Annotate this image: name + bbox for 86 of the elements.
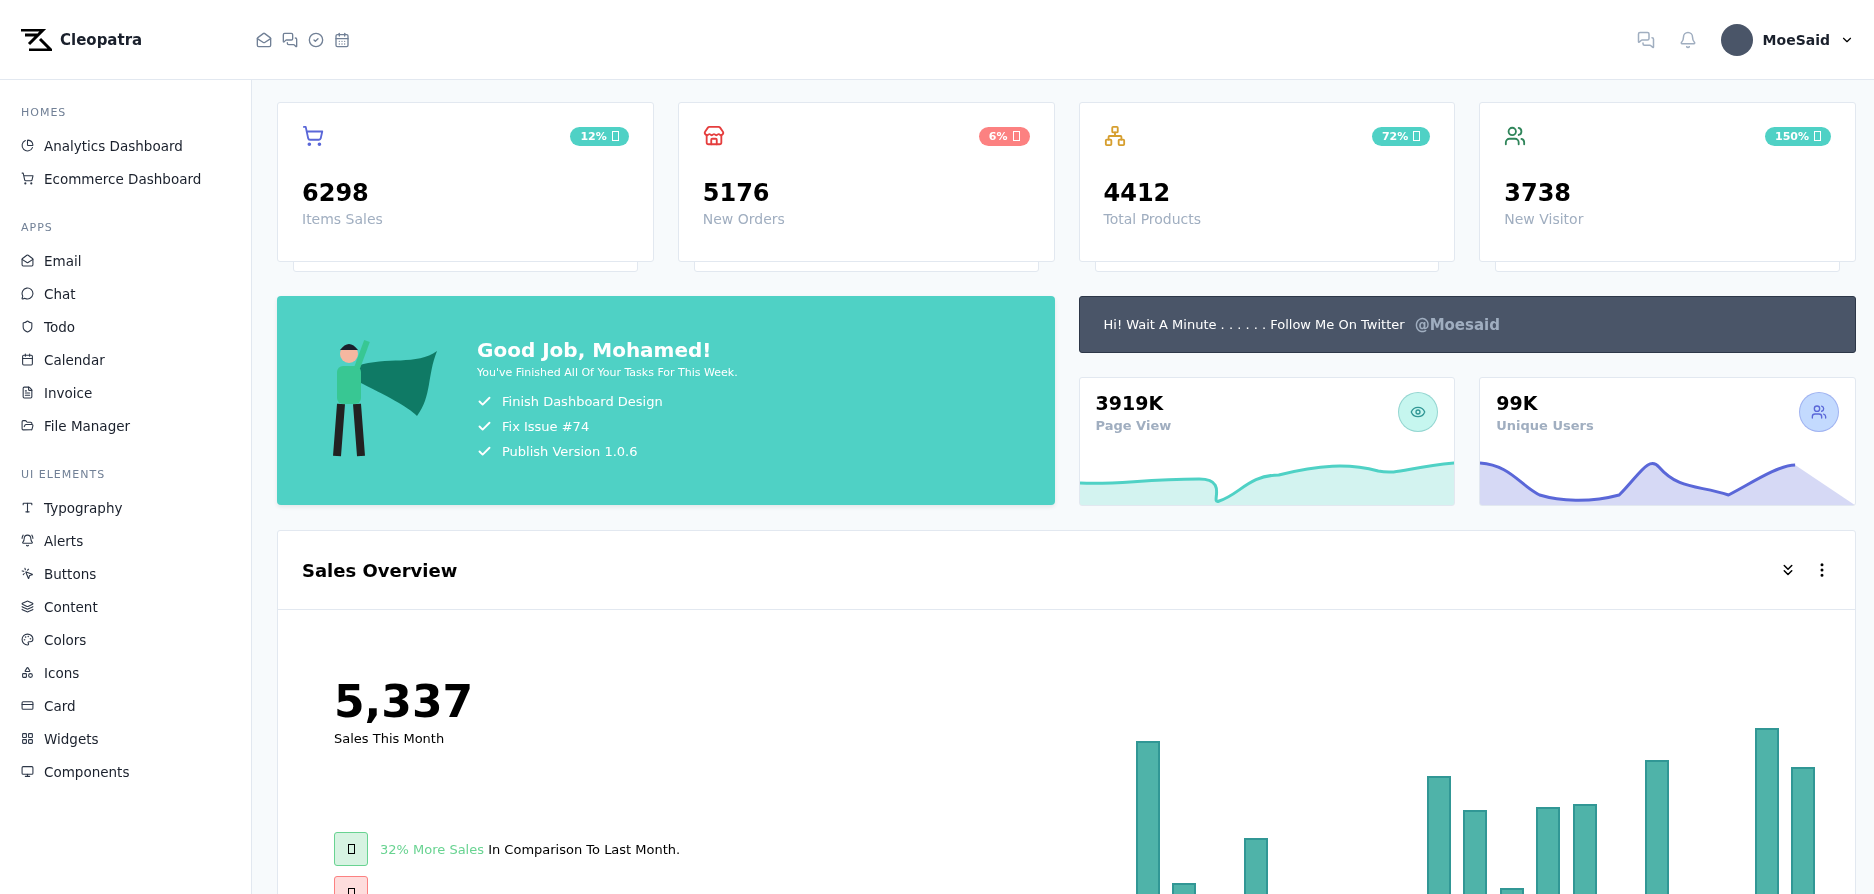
section-title: APPS <box>21 221 54 234</box>
sales-value: 5,337 <box>334 676 475 727</box>
banner-text: Hi! Wait A Minute . . . . . . Follow Me On Twitter <box>1103 317 1405 332</box>
chat-bubble-icon <box>21 287 34 300</box>
metric-label: Page View <box>1095 418 1172 433</box>
sidebar-item[interactable]: Typography <box>21 491 251 524</box>
sidebar-item[interactable]: Analytics Dashboard <box>21 129 251 162</box>
brand-name: Cleopatra <box>60 30 143 49</box>
envelope-icon[interactable] <box>256 31 272 48</box>
task-text: Finish Dashboard Design <box>502 393 663 409</box>
grid-icon <box>21 732 34 745</box>
calendar-icon <box>21 353 34 366</box>
missing-glyph-icon <box>1413 131 1421 141</box>
sidebar-item[interactable]: Email <box>21 244 251 277</box>
missing-glyph-icon <box>611 131 619 141</box>
pie-chart-icon <box>21 139 34 152</box>
banner-title: Good Job, Mohamed! <box>477 337 713 362</box>
cart-icon <box>21 172 34 185</box>
sidebar-item[interactable]: Card <box>21 689 251 722</box>
percent-badge: 6% <box>978 126 1030 146</box>
eye-icon <box>1398 392 1439 432</box>
percent-badge: 12% <box>570 126 629 146</box>
users-icon <box>1799 392 1839 432</box>
shapes-icon <box>21 666 34 679</box>
sidebar-item[interactable]: Todo <box>21 310 251 343</box>
bar <box>1172 883 1196 894</box>
sidebar-item[interactable]: Chat <box>21 277 251 310</box>
metric-value: 99K <box>1496 392 1539 414</box>
user-name[interactable]: MoeSaid <box>1762 31 1830 48</box>
card-title: Sales Overview <box>302 559 458 581</box>
users-icon <box>1504 125 1527 147</box>
chat-icon[interactable] <box>282 31 298 48</box>
stat-value: 6298 <box>302 179 370 207</box>
palette-icon <box>21 633 34 646</box>
sidebar-item[interactable]: Widgets <box>21 722 251 755</box>
sidebar-item[interactable]: File Manager <box>21 409 251 442</box>
stat-label: Items Sales <box>302 211 384 227</box>
store-icon <box>702 125 725 147</box>
stat-value: 3738 <box>1504 179 1573 207</box>
hierarchy-icon <box>1103 125 1126 147</box>
section-title: UI ELEMENTS <box>21 468 107 481</box>
sidebar-item[interactable]: Invoice <box>21 376 251 409</box>
avatar[interactable] <box>1720 23 1753 56</box>
percent-badge: 150% <box>1765 126 1831 146</box>
folder-icon <box>21 419 34 432</box>
stat-value: 5176 <box>702 179 771 207</box>
bar <box>1244 838 1268 894</box>
bar <box>1500 888 1524 894</box>
sales-caption: Sales This Month <box>334 731 446 746</box>
missing-glyph-icon <box>1814 131 1821 141</box>
sidebar-item[interactable]: Colors <box>21 623 251 656</box>
banner-subtitle: You've Finished All Of Your Tasks For This Week. <box>477 365 738 379</box>
card-icon <box>21 699 34 712</box>
layers-icon <box>21 600 34 613</box>
task-text: Fix Issue #74 <box>502 418 590 434</box>
envelope-icon <box>21 254 34 267</box>
sidebar-item[interactable]: Content <box>21 590 251 623</box>
chat-icon[interactable] <box>1636 30 1655 49</box>
comparison-text: 32% More Sales In Comparison To Last Month. <box>380 841 681 857</box>
percent-badge: 72% <box>1371 126 1431 146</box>
stat-label: New Visitor <box>1504 211 1585 227</box>
stat-label: Total Products <box>1103 211 1203 227</box>
metric-value: 3919K <box>1095 392 1165 414</box>
check-icon[interactable] <box>308 31 324 48</box>
sidebar-item[interactable]: Icons <box>21 656 251 689</box>
text-icon <box>21 501 34 514</box>
missing-glyph-icon <box>1012 131 1020 141</box>
calendar-icon[interactable] <box>334 31 350 48</box>
cart-icon <box>302 125 324 147</box>
sidebar-item[interactable]: Alerts <box>21 524 251 557</box>
monitor-icon <box>21 765 34 778</box>
shield-icon <box>21 320 34 333</box>
stat-label: New Orders <box>702 211 786 227</box>
metric-label: Unique Users <box>1496 418 1594 433</box>
logo-icon <box>20 28 52 51</box>
sidebar-item[interactable]: Calendar <box>21 343 251 376</box>
document-icon <box>21 386 34 399</box>
bell-icon <box>21 534 34 547</box>
sidebar-item[interactable]: Components <box>21 755 251 788</box>
sidebar-item[interactable]: Buttons <box>21 557 251 590</box>
notification-icon[interactable] <box>1678 30 1697 49</box>
sidebar-item[interactable]: Ecommerce Dashboard <box>21 162 251 195</box>
section-title: HOMES <box>21 106 68 119</box>
task-text: Publish Version 1.0.6 <box>502 443 638 459</box>
stat-value: 4412 <box>1103 179 1172 207</box>
pointer-icon <box>21 567 34 580</box>
